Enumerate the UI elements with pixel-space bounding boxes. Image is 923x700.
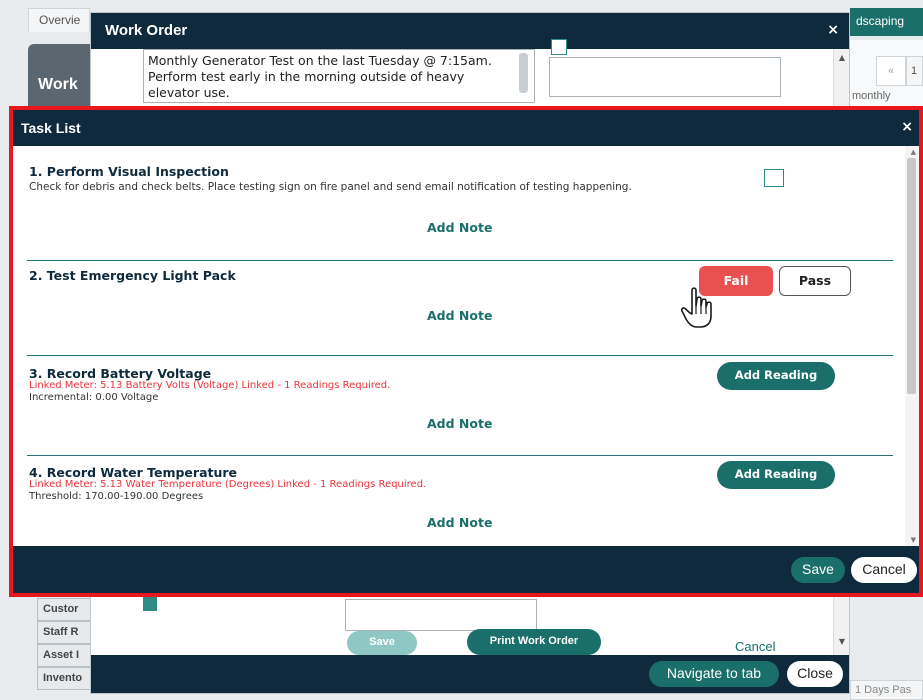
pass-button[interactable]: Pass bbox=[779, 266, 851, 296]
linked-meter-text: Linked Meter: 5.13 Water Temperature (De… bbox=[29, 479, 427, 490]
description-scrollbar[interactable] bbox=[519, 53, 528, 93]
pager-prev-button[interactable]: « bbox=[876, 56, 906, 86]
task-list-save-button[interactable]: Save bbox=[791, 557, 845, 583]
hand-cursor-icon bbox=[680, 287, 712, 328]
task-list-scroll-thumb[interactable] bbox=[907, 158, 916, 394]
side-nav-list: Custor Staff R Asset I Invento bbox=[37, 598, 91, 690]
work-panel-label: Work bbox=[38, 76, 78, 93]
task-complete-checkbox[interactable] bbox=[764, 169, 784, 187]
permission-checkbox[interactable] bbox=[551, 39, 567, 55]
add-reading-button[interactable]: Add Reading bbox=[717, 362, 835, 390]
side-nav-item[interactable]: Custor bbox=[37, 598, 91, 621]
linked-meter-text: Linked Meter: 5.13 Battery Volts (Voltag… bbox=[29, 380, 391, 391]
task-item: 4. Record Water Temperature Linked Meter… bbox=[27, 461, 893, 546]
scroll-up-icon[interactable]: ▲ bbox=[911, 148, 916, 156]
tab-overview[interactable]: Overvie bbox=[28, 8, 90, 32]
close-icon[interactable]: × bbox=[827, 22, 839, 38]
compliance-checkbox[interactable] bbox=[143, 597, 157, 611]
work-order-close-button[interactable]: Close bbox=[787, 661, 843, 687]
scroll-down-icon[interactable]: ▼ bbox=[839, 637, 845, 646]
navigate-to-tab-button[interactable]: Navigate to tab bbox=[649, 661, 779, 687]
side-nav-item[interactable]: Asset I bbox=[37, 644, 91, 667]
task-name: 1. Perform Visual Inspection bbox=[29, 164, 229, 179]
task-item: 3. Record Battery Voltage Linked Meter: … bbox=[27, 362, 893, 456]
threshold-text: Threshold: 170.00-190.00 Degrees bbox=[29, 491, 204, 502]
side-nav-item[interactable]: Invento bbox=[37, 667, 91, 690]
scroll-up-icon[interactable]: ▲ bbox=[839, 53, 845, 62]
work-order-title: Work Order bbox=[105, 22, 188, 39]
add-reading-button[interactable]: Add Reading bbox=[717, 461, 835, 489]
print-work-order-button[interactable]: Print Work Order bbox=[467, 629, 601, 655]
add-note-link[interactable]: Add Note bbox=[427, 515, 492, 530]
close-icon[interactable]: × bbox=[901, 119, 913, 135]
task-list-body: 1. Perform Visual Inspection Check for d… bbox=[13, 146, 919, 546]
add-note-link[interactable]: Add Note bbox=[427, 220, 492, 235]
pager-page-button[interactable]: 1 bbox=[906, 56, 923, 86]
task-list-header: Task List × bbox=[13, 110, 919, 146]
work-order-footer: Navigate to tab Close bbox=[91, 655, 849, 693]
incremental-text: Incremental: 0.00 Voltage bbox=[29, 392, 159, 403]
work-order-note-input[interactable] bbox=[345, 599, 537, 631]
scroll-down-icon[interactable]: ▼ bbox=[911, 536, 916, 544]
task-name: 4. Record Water Temperature bbox=[29, 465, 238, 480]
work-order-description[interactable]: Monthly Generator Test on the last Tuesd… bbox=[143, 49, 535, 103]
work-order-header: Work Order × bbox=[91, 13, 849, 49]
add-note-link[interactable]: Add Note bbox=[427, 308, 492, 323]
work-order-save-button[interactable]: Save bbox=[347, 631, 417, 655]
task-item: 2. Test Emergency Light Pack Fail Pass A… bbox=[27, 266, 893, 356]
permission-notes-input[interactable] bbox=[549, 57, 781, 97]
days-past-label: 1 Days Pas bbox=[850, 680, 923, 700]
add-note-link[interactable]: Add Note bbox=[427, 416, 492, 431]
task-item: 1. Perform Visual Inspection Check for d… bbox=[27, 164, 893, 261]
task-list-cancel-button[interactable]: Cancel bbox=[851, 557, 917, 583]
task-name: 3. Record Battery Voltage bbox=[29, 366, 212, 381]
task-name: 2. Test Emergency Light Pack bbox=[29, 268, 236, 283]
side-nav-item[interactable]: Staff R bbox=[37, 621, 91, 644]
task-list-title: Task List bbox=[21, 120, 81, 136]
task-list-footer: Save Cancel bbox=[13, 546, 919, 593]
task-list-modal: Task List × 1. Perform Visual Inspection… bbox=[9, 106, 923, 597]
task-description: Check for debris and check belts. Place … bbox=[29, 181, 632, 193]
frequency-label: monthly bbox=[852, 90, 891, 102]
work-order-cancel-link[interactable]: Cancel bbox=[735, 639, 775, 654]
tab-landscaping[interactable]: dscaping bbox=[850, 8, 923, 36]
